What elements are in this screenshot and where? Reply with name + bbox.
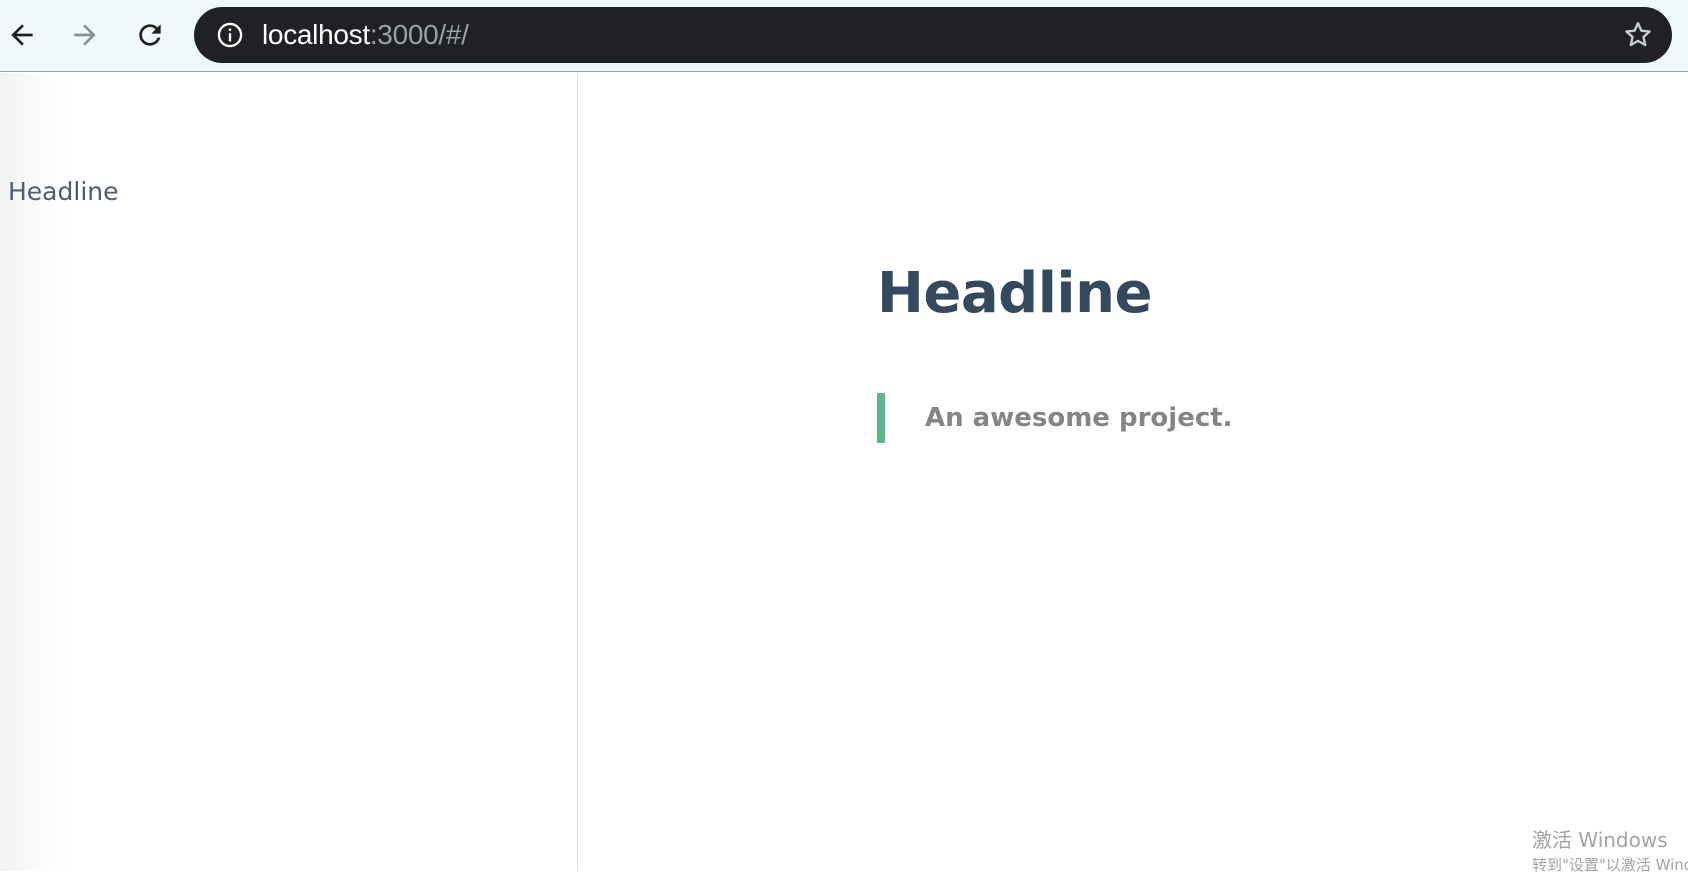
address-bar[interactable]: localhost:3000/#/ (194, 7, 1672, 63)
page-headline: Headline (877, 261, 1152, 326)
url-path: :3000/#/ (369, 19, 469, 50)
blockquote: An awesome project. (877, 393, 1233, 443)
arrow-right-icon (74, 24, 96, 46)
reload-button[interactable] (130, 15, 170, 55)
watermark-title: 激活 Windows (1532, 828, 1668, 852)
info-icon[interactable] (216, 21, 244, 49)
blockquote-text: An awesome project. (925, 403, 1233, 433)
sidebar-item-headline[interactable]: Headline (8, 177, 119, 206)
browser-toolbar: localhost:3000/#/ (0, 0, 1688, 72)
back-button[interactable] (2, 15, 42, 55)
url-host: localhost (262, 19, 370, 50)
reload-icon (139, 24, 161, 46)
windows-activation-watermark: 激活 Windows 转到"设置"以激活 Windows。 (1532, 830, 1688, 873)
star-icon[interactable] (1622, 19, 1654, 51)
forward-button[interactable] (65, 15, 105, 55)
arrow-left-icon (11, 24, 33, 46)
url-text[interactable]: localhost:3000/#/ (262, 7, 469, 63)
main-content: Headline An awesome project. (579, 73, 1688, 871)
sidebar: Headline (0, 73, 578, 871)
